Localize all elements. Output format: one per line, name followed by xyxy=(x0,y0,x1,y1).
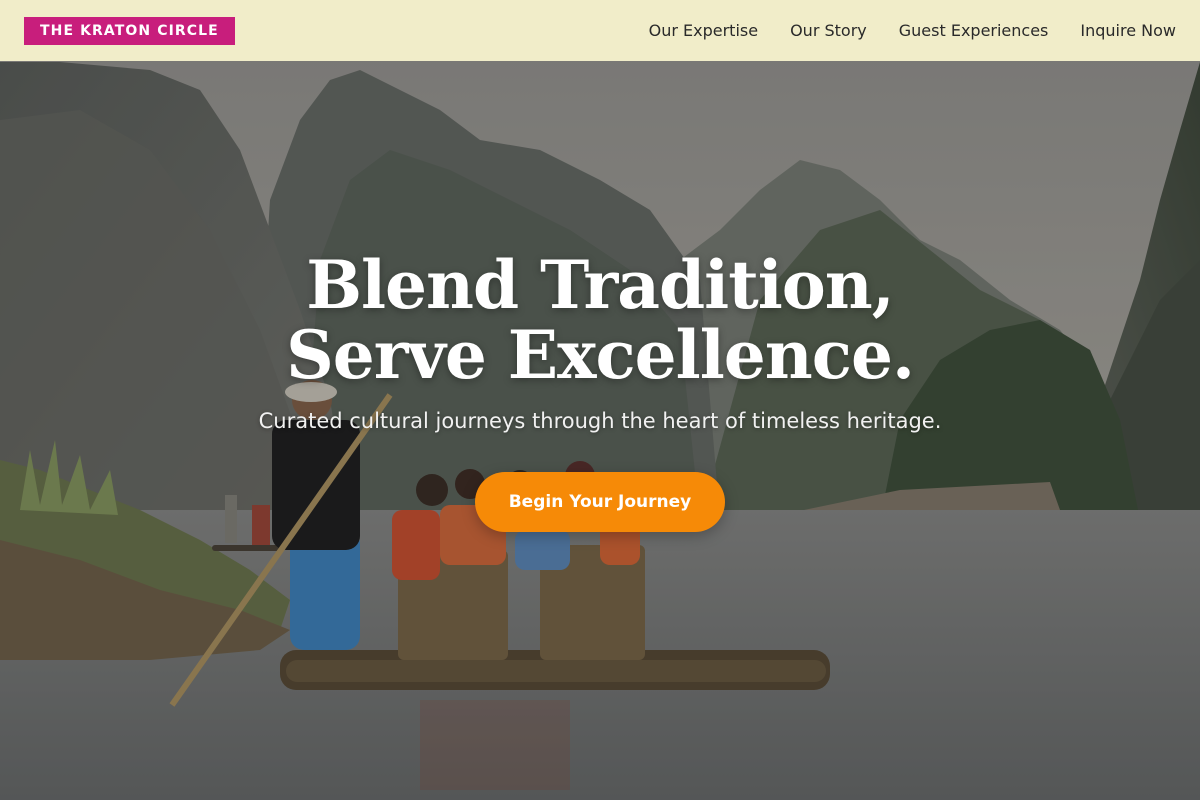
hero-subtitle: Curated cultural journeys through the he… xyxy=(258,409,942,433)
hero-section: Blend Tradition, Serve Excellence. Curat… xyxy=(0,250,1200,532)
nav-link-guest-experiences[interactable]: Guest Experiences xyxy=(899,21,1049,40)
nav-link-our-expertise[interactable]: Our Expertise xyxy=(649,21,758,40)
hero-title-line-2: Serve Excellence. xyxy=(286,316,915,394)
landing-page: THE KRATON CIRCLE Our Expertise Our Stor… xyxy=(0,0,1200,800)
brand-logo[interactable]: THE KRATON CIRCLE xyxy=(24,16,235,45)
nav-link-our-story[interactable]: Our Story xyxy=(790,21,867,40)
hero-title: Blend Tradition, Serve Excellence. xyxy=(0,250,1200,390)
main-nav: Our Expertise Our Story Guest Experience… xyxy=(617,21,1176,40)
site-header: THE KRATON CIRCLE Our Expertise Our Stor… xyxy=(0,0,1200,61)
begin-journey-button[interactable]: Begin Your Journey xyxy=(475,472,725,532)
nav-link-inquire-now[interactable]: Inquire Now xyxy=(1080,21,1176,40)
hero-title-line-1: Blend Tradition, xyxy=(306,246,895,324)
